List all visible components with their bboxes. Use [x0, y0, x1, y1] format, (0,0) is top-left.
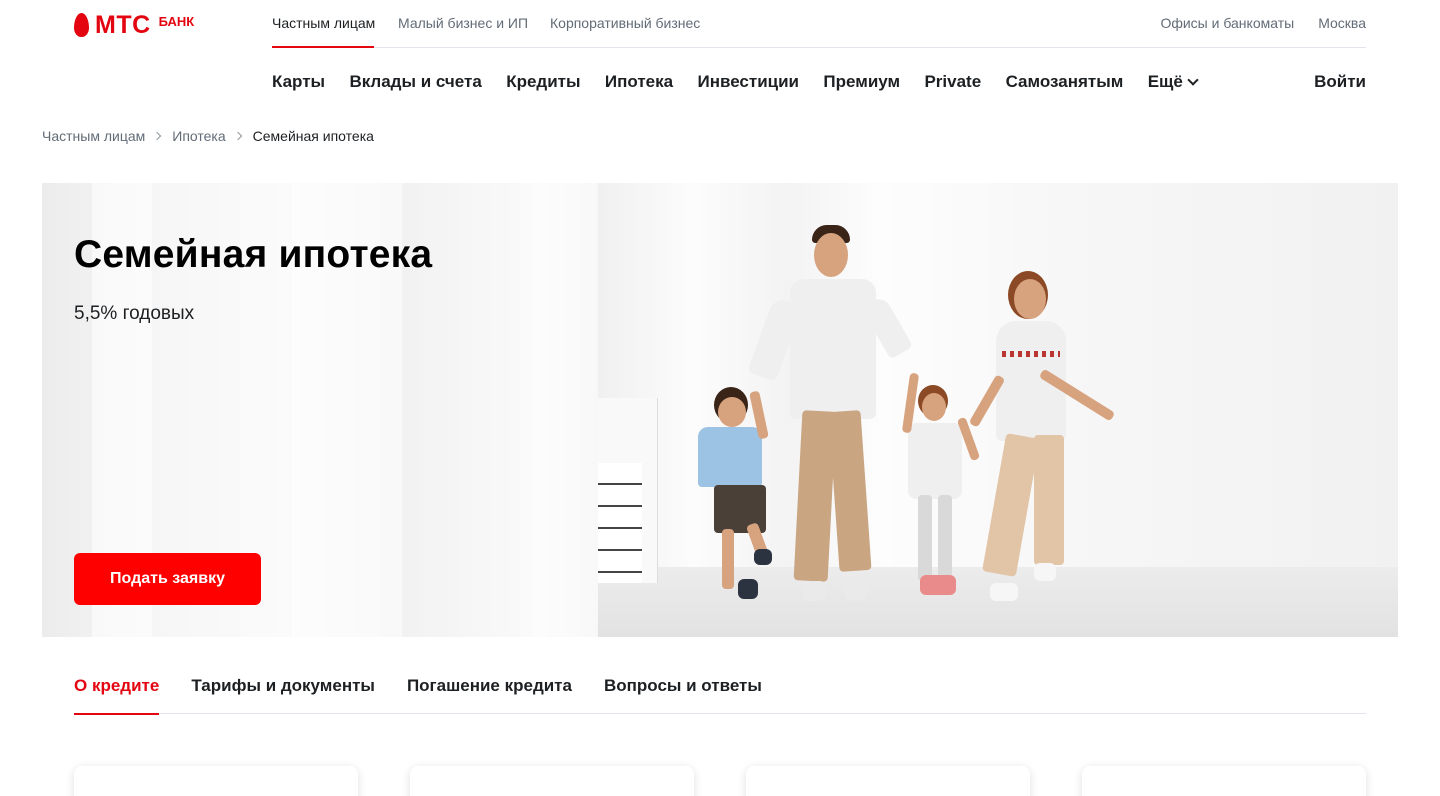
tab-faq[interactable]: Вопросы и ответы	[604, 672, 762, 714]
nav-item-credits[interactable]: Кредиты	[506, 72, 580, 92]
hero-title: Семейная ипотека	[74, 233, 433, 276]
nav-item-mortgage[interactable]: Ипотека	[605, 72, 673, 92]
chevron-down-icon	[1187, 74, 1199, 86]
logo-bank-text: БАНК	[158, 14, 195, 29]
mts-egg-icon	[74, 13, 89, 37]
logo-text: МТС	[95, 11, 151, 39]
segment-private[interactable]: Частным лицам	[272, 15, 375, 31]
girl-face	[922, 393, 946, 421]
mother-leg	[1034, 435, 1064, 565]
mother-shoe	[1034, 563, 1056, 581]
nav-item-premium[interactable]: Премиум	[823, 72, 900, 92]
breadcrumb: Частным лицам Ипотека Семейная ипотека	[42, 128, 374, 144]
city-selector[interactable]: Москва	[1318, 15, 1366, 31]
info-card	[74, 766, 358, 796]
chevron-right-icon	[233, 131, 242, 141]
boy-face	[718, 397, 746, 427]
father-head	[814, 233, 848, 277]
product-tabs: О кредите Тарифы и документы Погашение к…	[74, 672, 1366, 715]
girl-leg	[918, 495, 932, 581]
tab-repayment[interactable]: Погашение кредита	[407, 672, 572, 714]
nav-item-deposits[interactable]: Вклады и счета	[349, 72, 481, 92]
nav-item-self-employed[interactable]: Самозанятым	[1006, 72, 1124, 92]
father-shirt	[790, 279, 876, 419]
mother-face	[1014, 279, 1046, 319]
tab-about-credit[interactable]: О кредите	[74, 672, 160, 715]
tab-tariffs-documents[interactable]: Тарифы и документы	[191, 672, 375, 714]
offices-link[interactable]: Офисы и банкоматы	[1160, 15, 1294, 31]
girl-shirt	[908, 423, 962, 499]
nav-item-cards[interactable]: Карты	[272, 72, 325, 92]
nav-item-private[interactable]: Private	[924, 72, 981, 92]
father-shoe	[802, 581, 826, 601]
boy-shoe	[754, 549, 772, 565]
segment-active-underline	[272, 46, 374, 48]
breadcrumb-item-current: Семейная ипотека	[252, 128, 374, 144]
breadcrumb-item-mortgage[interactable]: Ипотека	[172, 128, 225, 144]
mother-shoe	[990, 583, 1018, 601]
girl-shoes	[920, 575, 956, 595]
main-nav: Карты Вклады и счета Кредиты Ипотека Инв…	[272, 72, 1221, 92]
boy-shirt	[698, 427, 762, 487]
boy-shoe	[738, 579, 758, 599]
segment-small-business[interactable]: Малый бизнес и ИП	[398, 15, 528, 31]
mother-top-embroidery	[1002, 351, 1060, 357]
nav-more-label: Ещё	[1147, 72, 1183, 91]
segment-nav: Частным лицам Малый бизнес и ИП Корпорат…	[272, 0, 1366, 48]
info-card	[746, 766, 1030, 796]
hero-banner: Семейная ипотека 5,5% годовых Подать зая…	[42, 183, 1398, 637]
hero-bg-column	[532, 183, 598, 637]
hero-shelf	[598, 463, 642, 583]
mother-leg	[982, 433, 1040, 577]
family-photo	[642, 223, 1162, 623]
segment-corporate[interactable]: Корпоративный бизнес	[550, 15, 700, 31]
father-leg-right	[828, 410, 872, 572]
apply-button[interactable]: Подать заявку	[74, 553, 261, 605]
father-shoe	[845, 581, 867, 601]
nav-item-investments[interactable]: Инвестиции	[697, 72, 799, 92]
info-card	[410, 766, 694, 796]
login-button[interactable]: Войти	[1314, 72, 1366, 92]
hero-subtitle: 5,5% годовых	[74, 303, 195, 324]
info-card	[1082, 766, 1366, 796]
top-right-links: Офисы и банкоматы Москва	[1160, 15, 1366, 31]
mts-bank-logo[interactable]: МТС БАНК	[74, 12, 194, 38]
chevron-right-icon	[153, 131, 162, 141]
boy-leg	[722, 529, 734, 589]
girl-leg	[938, 495, 952, 579]
breadcrumb-item-private[interactable]: Частным лицам	[42, 128, 145, 144]
nav-item-more[interactable]: Ещё	[1147, 72, 1199, 92]
